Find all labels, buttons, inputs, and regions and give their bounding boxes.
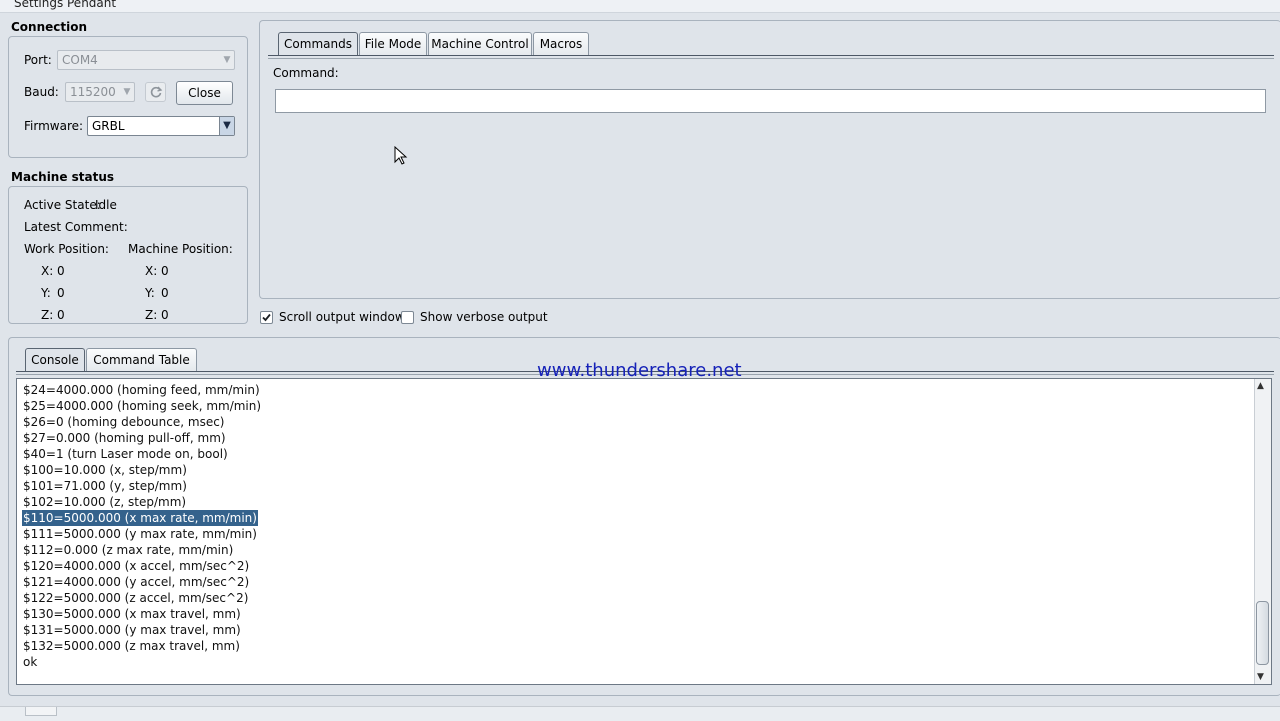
- console-line[interactable]: $131=5000.000 (y max travel, mm): [23, 622, 241, 638]
- firmware-select[interactable]: GRBL ▼: [87, 116, 235, 136]
- tab-macros[interactable]: Macros: [533, 32, 589, 56]
- console-line[interactable]: $101=71.000 (y, step/mm): [23, 478, 187, 494]
- baud-value: 115200: [70, 85, 116, 99]
- console-line[interactable]: $121=4000.000 (y accel, mm/sec^2): [23, 574, 249, 590]
- console-line[interactable]: $132=5000.000 (z max travel, mm): [23, 638, 240, 654]
- refresh-ports-button[interactable]: [145, 82, 166, 102]
- console-line[interactable]: $122=5000.000 (z accel, mm/sec^2): [23, 590, 248, 606]
- work-position-label: Work Position:: [24, 242, 109, 256]
- status-strip: [0, 706, 1280, 721]
- latest-comment-label: Latest Comment:: [24, 220, 128, 234]
- firmware-value: GRBL: [92, 119, 125, 133]
- scroll-up-icon[interactable]: ▲: [1257, 381, 1264, 391]
- checkmark-icon: [262, 313, 271, 322]
- baud-select[interactable]: 115200 ▼: [65, 82, 135, 102]
- scroll-output-checkbox[interactable]: [260, 311, 273, 324]
- chevron-down-icon: ▼: [123, 87, 131, 97]
- machine-position-label: Machine Position:: [128, 242, 233, 256]
- close-button[interactable]: Close: [176, 81, 233, 105]
- console-line[interactable]: $112=0.000 (z max rate, mm/min): [23, 542, 233, 558]
- port-value: COM4: [62, 53, 98, 67]
- console-line[interactable]: $25=4000.000 (homing seek, mm/min): [23, 398, 261, 414]
- baud-label: Baud:: [24, 85, 59, 99]
- scrollbar-thumb[interactable]: [1256, 601, 1269, 665]
- work-x-value: 0: [57, 264, 65, 278]
- scroll-output-label: Scroll output window: [279, 310, 405, 324]
- console-line[interactable]: $100=10.000 (x, step/mm): [23, 462, 187, 478]
- menu-pendant[interactable]: Pendant: [67, 0, 116, 10]
- chevron-down-icon: ▼: [219, 117, 234, 135]
- console-line[interactable]: $130=5000.000 (x max travel, mm): [23, 606, 241, 622]
- machine-z-value: 0: [161, 308, 169, 322]
- work-x-label: X:: [41, 264, 54, 278]
- work-y-value: 0: [57, 286, 65, 300]
- work-y-label: Y:: [41, 286, 51, 300]
- machine-y-label: Y:: [145, 286, 155, 300]
- verbose-output-checkbox[interactable]: [401, 311, 414, 324]
- tab-command-table[interactable]: Command Table: [86, 348, 197, 372]
- refresh-icon: [150, 86, 162, 98]
- console-output[interactable]: $24=4000.000 (homing feed, mm/min) $25=40…: [16, 378, 1272, 685]
- tab-divider: [268, 55, 1274, 59]
- console-line[interactable]: $120=4000.000 (x accel, mm/sec^2): [23, 558, 249, 574]
- console-line[interactable]: ok: [23, 654, 37, 670]
- watermark-text: www.thundershare.net: [537, 360, 742, 381]
- machine-x-label: X:: [145, 264, 158, 278]
- command-input[interactable]: [275, 89, 1266, 113]
- active-state-value: Idle: [95, 198, 117, 212]
- menu-bar: Settings Pendant: [0, 0, 1280, 13]
- verbose-output-label: Show verbose output: [420, 310, 548, 324]
- firmware-label: Firmware:: [24, 119, 84, 133]
- console-scrollbar[interactable]: ▲ ▼: [1254, 379, 1271, 684]
- console-line[interactable]: $26=0 (homing debounce, msec): [23, 414, 224, 430]
- work-z-value: 0: [57, 308, 65, 322]
- mouse-cursor-icon: [394, 146, 408, 165]
- resize-handle[interactable]: [25, 707, 57, 716]
- work-z-label: Z:: [41, 308, 54, 322]
- chevron-down-icon: ▼: [223, 55, 231, 65]
- tab-commands[interactable]: Commands: [278, 32, 358, 56]
- machine-z-label: Z:: [145, 308, 158, 322]
- command-label: Command:: [273, 66, 339, 80]
- scroll-down-icon[interactable]: ▼: [1257, 672, 1264, 682]
- console-line[interactable]: $111=5000.000 (y max rate, mm/min): [23, 526, 257, 542]
- machine-status-title: Machine status: [11, 170, 115, 184]
- tab-machine-control[interactable]: Machine Control: [428, 32, 532, 56]
- menu-settings[interactable]: Settings: [14, 0, 63, 10]
- console-line[interactable]: $40=1 (turn Laser mode on, bool): [23, 446, 228, 462]
- machine-y-value: 0: [161, 286, 169, 300]
- tab-file-mode[interactable]: File Mode: [359, 32, 427, 56]
- tab-console[interactable]: Console: [25, 348, 85, 372]
- console-line[interactable]: $110=5000.000 (x max rate, mm/min): [21, 509, 259, 527]
- machine-x-value: 0: [161, 264, 169, 278]
- console-line[interactable]: $24=4000.000 (homing feed, mm/min): [23, 382, 260, 398]
- active-state-label: Active State:: [24, 198, 101, 212]
- command-panel: [259, 20, 1280, 299]
- console-line[interactable]: $27=0.000 (homing pull-off, mm): [23, 430, 226, 446]
- console-line[interactable]: $102=10.000 (z, step/mm): [23, 494, 186, 510]
- port-select[interactable]: COM4 ▼: [57, 50, 235, 70]
- port-label: Port:: [24, 53, 52, 67]
- connection-title: Connection: [11, 20, 88, 34]
